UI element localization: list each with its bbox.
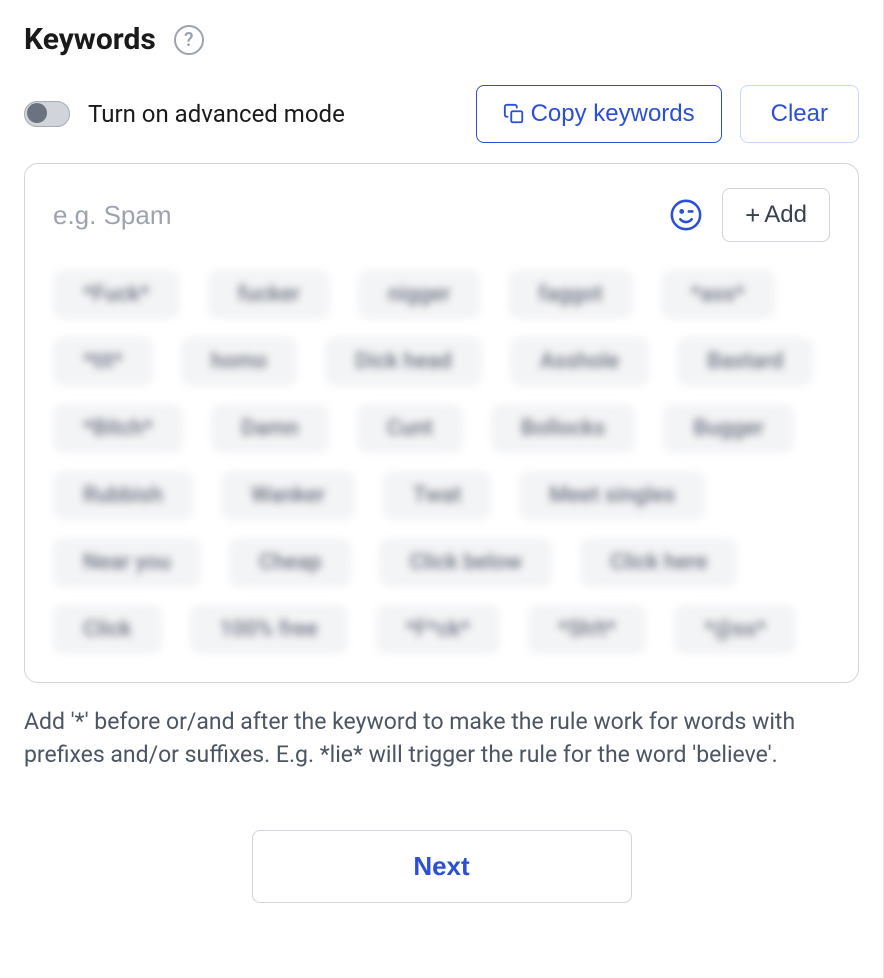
input-row: + Add: [53, 188, 830, 242]
add-label: Add: [764, 201, 807, 229]
copy-keywords-label: Copy keywords: [531, 100, 695, 128]
keyword-tag[interactable]: Near you: [53, 538, 201, 587]
keywords-panel: Keywords ? Turn on advanced mode Copy ke…: [0, 0, 884, 978]
keyword-tag[interactable]: faggot: [508, 270, 632, 319]
header-row: Keywords ?: [24, 22, 859, 57]
page-title: Keywords: [24, 22, 156, 57]
clear-label: Clear: [771, 100, 828, 127]
keyword-tag[interactable]: Meet singles: [519, 471, 705, 520]
help-icon[interactable]: ?: [174, 25, 204, 55]
keyword-tag[interactable]: *ass*: [661, 270, 775, 319]
keyword-tag[interactable]: *F*ck*: [376, 605, 500, 654]
keyword-tags-list: *Fuck* fucker nigger faggot *ass* *tit* homo Di…: [53, 270, 830, 654]
advanced-mode-toggle[interactable]: [24, 101, 70, 127]
keyword-tag[interactable]: fucker: [208, 270, 330, 319]
keyword-tag[interactable]: Damn: [211, 404, 329, 453]
controls-row: Turn on advanced mode Copy keywords Clea…: [24, 85, 859, 143]
keyword-tag[interactable]: Click here: [580, 538, 737, 587]
keyword-tag[interactable]: nigger: [358, 270, 480, 319]
clear-button[interactable]: Clear: [740, 85, 859, 143]
keyword-tag[interactable]: Click below: [379, 538, 552, 587]
next-label: Next: [413, 851, 469, 881]
keyword-input[interactable]: [53, 200, 650, 231]
keywords-card: + Add *Fuck* fucker nigger faggot *ass* *tit*…: [24, 163, 859, 683]
next-row: Next: [24, 830, 859, 903]
action-buttons: Copy keywords Clear: [476, 85, 859, 143]
keyword-tag[interactable]: Asshole: [510, 337, 649, 386]
keyword-tag[interactable]: *tit*: [53, 337, 153, 386]
advanced-mode-label: Turn on advanced mode: [88, 100, 345, 128]
next-button[interactable]: Next: [252, 830, 632, 903]
help-glyph: ?: [184, 28, 193, 51]
advanced-mode-toggle-group: Turn on advanced mode: [24, 100, 345, 128]
keyword-tag[interactable]: Cheap: [229, 538, 352, 587]
keyword-tag[interactable]: 100% free: [190, 605, 348, 654]
add-keyword-button[interactable]: + Add: [722, 188, 830, 242]
copy-icon: [503, 103, 525, 125]
plus-icon: +: [745, 202, 760, 228]
keyword-tag[interactable]: *Bitch*: [53, 404, 183, 453]
keyword-tag[interactable]: Cunt: [357, 404, 463, 453]
emoji-icon: [669, 198, 703, 232]
emoji-picker-button[interactable]: [668, 197, 704, 233]
keyword-tag[interactable]: Rubbish: [53, 471, 193, 520]
keyword-tag[interactable]: Dick head: [325, 337, 482, 386]
keyword-tag[interactable]: Wanker: [221, 471, 355, 520]
keyword-tag[interactable]: homo: [181, 337, 297, 386]
keyword-tag[interactable]: Bugger: [663, 404, 794, 453]
toggle-knob: [27, 103, 47, 123]
keyword-tag[interactable]: Bastard: [677, 337, 813, 386]
hint-text: Add '*' before or/and after the keyword …: [24, 705, 859, 772]
keyword-tag[interactable]: Bollocks: [491, 404, 635, 453]
keyword-tag[interactable]: *Fuck*: [53, 270, 180, 319]
keyword-tag[interactable]: Twat: [383, 471, 491, 520]
copy-keywords-button[interactable]: Copy keywords: [476, 85, 722, 143]
keyword-tag[interactable]: *@ss*: [674, 605, 796, 654]
keyword-tag[interactable]: Click: [53, 605, 162, 654]
keyword-tag[interactable]: *Sh!t*: [528, 605, 646, 654]
